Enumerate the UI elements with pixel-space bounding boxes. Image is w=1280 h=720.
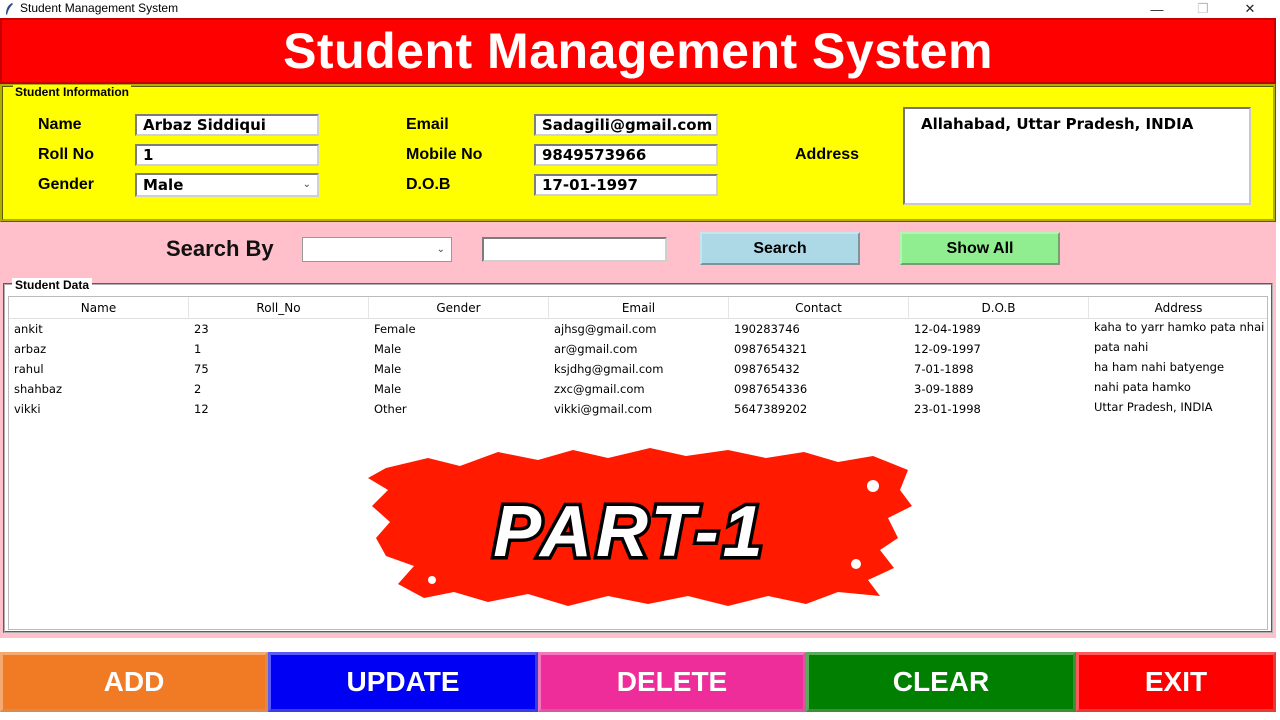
exit-button[interactable]: EXIT	[1076, 652, 1276, 712]
cell-dob: 12-09-1997	[914, 342, 981, 356]
cell-dob: 7-01-1898	[914, 362, 974, 376]
page-title: Student Management System	[283, 23, 993, 79]
table-row[interactable]: vikki 12 Other vikki@gmail.com 564738920…	[9, 399, 1267, 419]
table-header: Name Roll_No Gender Email Contact D.O.B …	[9, 297, 1267, 319]
splash-hole	[867, 480, 879, 492]
search-input[interactable]	[482, 237, 667, 262]
roll-no-field[interactable]: 1	[135, 144, 319, 166]
cell-roll-no: 23	[194, 322, 209, 336]
address-textarea[interactable]: Allahabad, Uttar Pradesh, INDIA	[903, 107, 1251, 205]
cell-email: ajhsg@gmail.com	[554, 322, 657, 336]
show-all-button[interactable]: Show All	[900, 232, 1060, 265]
cell-email: ar@gmail.com	[554, 342, 638, 356]
cell-name: shahbaz	[14, 382, 62, 396]
cell-contact: 5647389202	[734, 402, 808, 416]
chevron-down-icon: ⌄	[302, 179, 311, 190]
column-header-gender[interactable]: Gender	[369, 297, 549, 318]
window-title: Student Management System	[20, 1, 179, 15]
column-header-dob[interactable]: D.O.B	[909, 297, 1089, 318]
table-row[interactable]: ankit 23 Female ajhsg@gmail.com 19028374…	[9, 319, 1267, 339]
cell-gender: Male	[374, 382, 402, 396]
cell-roll-no: 12	[194, 402, 209, 416]
gender-select-value: Male	[143, 176, 184, 194]
cell-dob: 12-04-1989	[914, 322, 981, 336]
cell-dob: 3-09-1889	[914, 382, 974, 396]
search-button[interactable]: Search	[700, 232, 860, 265]
cell-email: ksjdhg@gmail.com	[554, 362, 664, 376]
column-header-address[interactable]: Address	[1089, 297, 1267, 318]
cell-roll-no: 75	[194, 362, 209, 376]
cell-email: zxc@gmail.com	[554, 382, 645, 396]
student-info-frame: Student Information Name Arbaz Siddiqui …	[0, 84, 1276, 222]
cell-address: nahi pata hamko	[1094, 380, 1191, 394]
cell-email: vikki@gmail.com	[554, 402, 653, 416]
mobile-no-label: Mobile No	[406, 146, 483, 163]
header-banner: Student Management System	[0, 18, 1276, 84]
minimize-button[interactable]: —	[1134, 0, 1180, 18]
student-info-legend: Student Information	[13, 85, 131, 99]
cell-name: rahul	[14, 362, 44, 376]
cell-gender: Other	[374, 402, 407, 416]
dob-label: D.O.B	[406, 176, 451, 193]
student-data-legend: Student Data	[12, 278, 93, 292]
feather-icon	[6, 3, 13, 15]
cell-gender: Male	[374, 362, 402, 376]
delete-button[interactable]: DELETE	[538, 652, 806, 712]
cell-contact: 098765432	[734, 362, 800, 376]
cell-roll-no: 1	[194, 342, 202, 356]
gender-label: Gender	[38, 176, 95, 193]
search-by-select[interactable]: ⌄	[302, 237, 452, 262]
name-label: Name	[38, 116, 82, 133]
divider	[0, 636, 1276, 652]
cell-address: kaha to yarr hamko pata nhai	[1094, 320, 1265, 334]
part-1-overlay: PART-1	[368, 448, 912, 606]
update-button[interactable]: UPDATE	[268, 652, 538, 712]
cell-name: ankit	[14, 322, 43, 336]
add-button[interactable]: ADD	[0, 652, 268, 712]
gender-select[interactable]: Male ⌄	[135, 173, 319, 197]
cell-gender: Female	[374, 322, 416, 336]
email-label: Email	[406, 116, 449, 133]
cell-address: ha ham nahi batyenge	[1094, 360, 1225, 374]
dob-field[interactable]: 17-01-1997	[534, 174, 718, 196]
cell-address: pata nahi	[1094, 340, 1149, 354]
column-header-email[interactable]: Email	[549, 297, 729, 318]
table-row[interactable]: shahbaz 2 Male zxc@gmail.com 0987654336 …	[9, 379, 1267, 399]
name-field[interactable]: Arbaz Siddiqui	[135, 114, 319, 136]
chevron-down-icon: ⌄	[436, 244, 445, 255]
window-titlebar: Student Management System — ❐ ✕	[0, 0, 1280, 18]
roll-no-label: Roll No	[38, 146, 94, 163]
cell-contact: 0987654321	[734, 342, 808, 356]
email-field[interactable]: Sadagili@gmail.com	[534, 114, 718, 136]
clear-button[interactable]: CLEAR	[806, 652, 1076, 712]
cell-contact: 0987654336	[734, 382, 808, 396]
column-header-contact[interactable]: Contact	[729, 297, 909, 318]
action-button-bar: ADD UPDATE DELETE CLEAR EXIT	[0, 652, 1276, 712]
cell-address: Uttar Pradesh, INDIA	[1094, 400, 1213, 414]
cell-roll-no: 2	[194, 382, 202, 396]
search-by-label: Search By	[166, 236, 274, 261]
cell-name: vikki	[14, 402, 41, 416]
maximize-button[interactable]: ❐	[1180, 0, 1226, 18]
mobile-no-field[interactable]: 9849573966	[534, 144, 718, 166]
close-button[interactable]: ✕	[1227, 0, 1273, 18]
cell-dob: 23-01-1998	[914, 402, 981, 416]
part-1-label: PART-1	[493, 492, 766, 572]
table-row[interactable]: rahul 75 Male ksjdhg@gmail.com 098765432…	[9, 359, 1267, 379]
cell-name: arbaz	[14, 342, 47, 356]
column-header-name[interactable]: Name	[9, 297, 189, 318]
splash-hole	[428, 576, 436, 584]
search-frame: Search By ⌄ Search Show All	[0, 222, 1276, 276]
column-header-roll-no[interactable]: Roll_No	[189, 297, 369, 318]
address-label: Address	[795, 146, 860, 163]
table-row[interactable]: arbaz 1 Male ar@gmail.com 0987654321 12-…	[9, 339, 1267, 359]
splash-hole	[851, 559, 861, 569]
cell-gender: Male	[374, 342, 402, 356]
cell-contact: 190283746	[734, 322, 800, 336]
